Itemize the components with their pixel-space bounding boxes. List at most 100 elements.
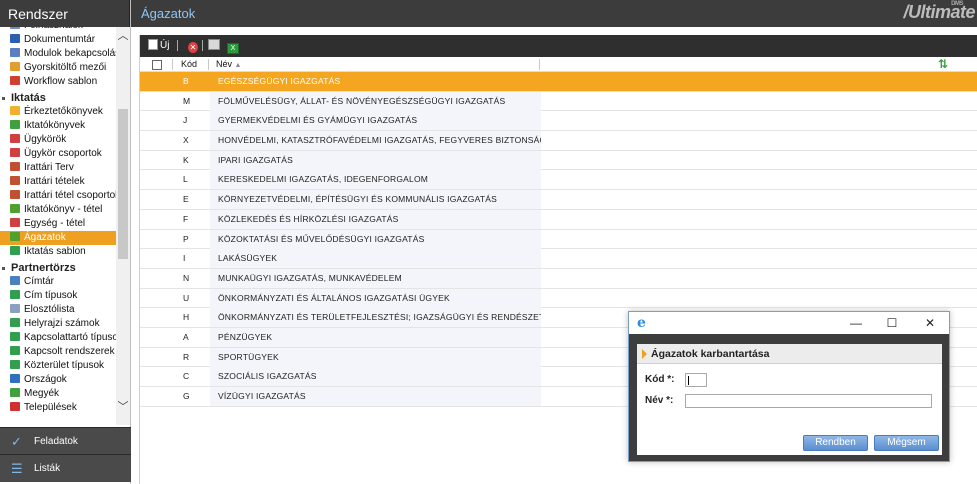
sidebar-item-label: Közterület típusok (24, 360, 105, 371)
column-header-name[interactable]: Név ▲ (216, 57, 241, 72)
sidebar-group-heading[interactable]: Iktatás (0, 91, 117, 105)
close-icon[interactable]: ✕ (922, 315, 938, 331)
table-row[interactable]: B EGÉSZSÉGÜGYI IGAZGATÁS (140, 72, 977, 92)
sidebar-item[interactable]: Cím típusok (0, 289, 117, 303)
group-bullet-icon (2, 266, 5, 270)
sidebar-item-label: Cím típusok (24, 290, 78, 301)
table-row[interactable]: M FÖLMŰVELÉSÜGY, ÁLLAT- ÉS NÖVÉNYEGÉSZSÉG… (140, 91, 977, 112)
book-check-icon (10, 120, 20, 129)
sidebar-item[interactable]: Kapcsolattartó típusok (0, 331, 117, 345)
dialog-heading: Ágazatok karbantartása (637, 344, 942, 364)
delete-button[interactable]: ✕ (188, 39, 200, 53)
sidebar-item[interactable]: Iktatás sablon (0, 245, 117, 259)
grid-header: Kód Név ▲ ⇅ (140, 57, 977, 72)
sidebar-item[interactable]: Gyorskitöltő mezői (0, 61, 117, 75)
unit-item-icon (10, 218, 20, 227)
brand-logo: DMS /Ultimate (903, 1, 975, 23)
scroll-down-icon[interactable]: ﹀ (117, 401, 129, 413)
sidebar-menu: Felhasználók Dokumentumtár Modulok bekapcs… (0, 27, 131, 425)
table-row[interactable]: I LAKÁSÜGYEK (140, 249, 977, 269)
sidebar-item[interactable]: Országok (0, 373, 117, 387)
distribution-list-icon (10, 304, 20, 313)
dialog-titlebar[interactable]: e — ☐ ✕ (629, 312, 949, 334)
sidebar-item[interactable]: Elosztólista (0, 303, 117, 317)
sidebar-item-label: Egység - tétel (24, 218, 86, 229)
toolbar-separator (177, 40, 178, 51)
row-code: H (183, 312, 190, 323)
row-name: FÖLMŰVELÉSÜGY, ÁLLAT- ÉS NÖVÉNYEGÉSZSÉGÜ… (210, 91, 541, 111)
sidebar-item[interactable]: Ügykör csoportok (0, 147, 117, 161)
sidebar-item[interactable]: Workflow sablon (0, 75, 117, 89)
table-row[interactable]: X HONVÉDELMI, KATASZTRÓFAVÉDELMI IGAZGATÁ… (140, 131, 977, 151)
row-name: GYERMEKVÉDELMI ÉS GYÁMÜGYI IGAZGATÁS (210, 111, 541, 131)
sidebar-scrollbar[interactable]: ︿ ﹀ (116, 27, 130, 425)
sidebar-item[interactable]: Iktatókönyvek (0, 119, 117, 133)
cancel-button[interactable]: Mégsem (874, 435, 939, 451)
table-row[interactable]: P KÖZOKTATÁSI ÉS MŰVELŐDÉSÜGYI IGAZGATÁS (140, 229, 977, 250)
table-row[interactable]: F KÖZLEKEDÉS ÉS HÍRKÖZLÉSI IGAZGATÁS (140, 209, 977, 230)
sidebar-item-label: Gyorskitöltő mezői (24, 62, 107, 73)
row-name: KÖRNYEZETVÉDELMI, ÉPÍTÉSÜGYI ÉS KOMMUNÁL… (210, 190, 541, 210)
table-row[interactable]: U ÖNKORMÁNYZATI ÉS ÁLTALÁNOS IGAZGATÁSI Ü… (140, 288, 977, 309)
sidebar-item[interactable]: Ágazatok (0, 231, 117, 245)
sidebar-item[interactable]: Települések (0, 401, 117, 415)
name-label: Név *: (645, 395, 674, 406)
sidebar-bottom-feladatok[interactable]: ✓ Feladatok (0, 427, 131, 455)
row-code: X (183, 135, 189, 146)
page-title: Ágazatok (141, 6, 196, 21)
archive-plan-icon (10, 162, 20, 171)
code-input[interactable] (685, 373, 707, 387)
sidebar-item[interactable]: Közterület típusok (0, 359, 117, 373)
name-input[interactable] (685, 394, 932, 408)
print-button[interactable] (208, 39, 222, 53)
refresh-icon[interactable]: ⇅ (938, 57, 948, 72)
sidebar-item[interactable]: Ügykörök (0, 133, 117, 147)
table-row[interactable]: L KERESKEDELMI IGAZGATÁS, IDEGENFORGALOM (140, 170, 977, 191)
sidebar-item[interactable]: Irattári tétel csoportok (0, 189, 117, 203)
sidebar-bottom-label: Feladatok (34, 436, 78, 447)
excel-export-button[interactable]: X (227, 39, 241, 54)
archive-group-icon (10, 190, 20, 199)
county-icon (10, 388, 20, 397)
row-name: KERESKEDELMI IGAZGATÁS, IDEGENFORGALOM (210, 170, 541, 190)
excel-icon: X (227, 43, 239, 54)
folder-icon (10, 106, 20, 115)
sidebar-group-label: Iktatás (11, 92, 46, 104)
column-header-code[interactable]: Kód (181, 57, 197, 72)
sidebar-item-label: Dokumentumtár (24, 34, 96, 45)
maximize-icon[interactable]: ☐ (884, 315, 900, 331)
sidebar-item[interactable]: Iktatókönyv - tétel (0, 203, 117, 217)
sidebar-item[interactable]: Megyék (0, 387, 117, 401)
minimize-icon[interactable]: — (848, 315, 864, 331)
sidebar-bottom-listak[interactable]: ☰ Listák (0, 454, 131, 482)
row-code: L (183, 174, 188, 185)
sidebar-item[interactable]: Címtár (0, 275, 117, 289)
sidebar-group-label: Partnertörzs (11, 262, 76, 274)
settlement-icon (10, 402, 20, 411)
sidebar-item[interactable]: Kapcsolt rendszerek (0, 345, 117, 359)
sidebar-item[interactable]: Irattári Terv (0, 161, 117, 175)
table-row[interactable]: K IPARI IGAZGATÁS (140, 150, 977, 171)
ok-button[interactable]: Rendben (803, 435, 868, 451)
sidebar-group-heading[interactable]: Partnertörzs (0, 261, 117, 275)
heading-arrow-icon (642, 349, 647, 359)
table-row[interactable]: J GYERMEKVÉDELMI ÉS GYÁMÜGYI IGAZGATÁS (140, 111, 977, 132)
select-all-checkbox[interactable] (152, 60, 162, 70)
table-row[interactable]: N MUNKAÜGYI IGAZGATÁS, MUNKAVÉDELEM (140, 268, 977, 289)
scroll-up-icon[interactable]: ︿ (117, 30, 129, 42)
sidebar-item[interactable]: Érkeztetőkönyvek (0, 105, 117, 119)
table-row[interactable]: E KÖRNYEZETVÉDELMI, ÉPÍTÉSÜGYI ÉS KOMMUNÁ… (140, 190, 977, 210)
sidebar-item[interactable]: Egység - tétel (0, 217, 117, 231)
text-caret (688, 376, 689, 385)
sidebar-item[interactable]: Dokumentumtár (0, 33, 117, 47)
sector-icon (10, 232, 20, 241)
sidebar-item[interactable]: Irattári tételek (0, 175, 117, 189)
sidebar-item-label: Ügykör csoportok (24, 148, 102, 159)
sidebar-scroll-thumb[interactable] (118, 109, 128, 259)
new-button[interactable]: Új (148, 39, 169, 53)
row-name: EGÉSZSÉGÜGYI IGAZGATÁS (210, 72, 541, 91)
sidebar-item[interactable]: Helyrajzi számok (0, 317, 117, 331)
sidebar-item[interactable]: Modulok bekapcsolása (0, 47, 117, 61)
modules-icon (10, 48, 20, 57)
sidebar-title: Rendszer (0, 0, 130, 27)
